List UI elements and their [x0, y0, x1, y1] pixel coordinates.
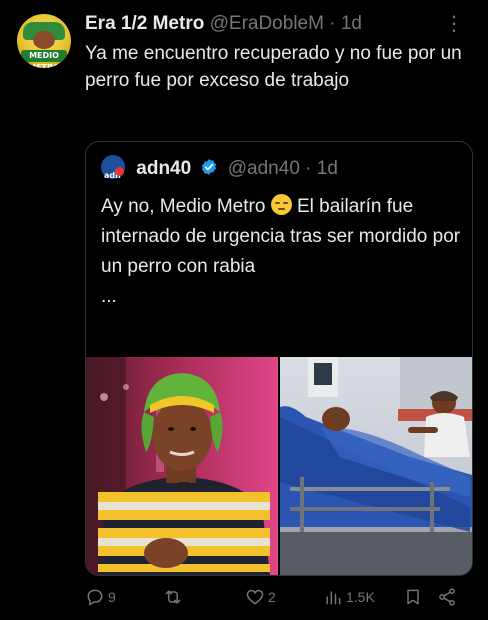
heart-icon — [246, 589, 264, 605]
like-count: 2 — [268, 589, 276, 605]
quoted-image-1[interactable] — [86, 357, 278, 575]
share-button[interactable] — [437, 584, 457, 610]
quoted-handle[interactable]: @adn40 — [228, 158, 300, 179]
author-avatar[interactable]: MEDIO METRO — [17, 14, 71, 68]
avatar-face — [33, 31, 55, 49]
action-bar: 9 2 1.5K — [85, 584, 471, 610]
quoted-age[interactable]: 1d — [317, 158, 338, 179]
adn40-logo-text: adn — [104, 170, 121, 180]
quoted-text-ellipsis: ... — [101, 286, 117, 307]
bar-chart-icon — [326, 591, 341, 605]
quoted-text-start: Ay no, Medio Metro — [101, 196, 266, 217]
tweet-age[interactable]: 1d — [341, 13, 362, 34]
quoted-text: Ay no, Medio Metro El bailarín fue inter… — [101, 192, 461, 312]
quoted-header: adn adn40 @adn40 · 1d — [101, 154, 338, 184]
separator-dot: · — [329, 13, 336, 34]
bookmark-icon — [407, 589, 419, 605]
more-vertical-icon[interactable]: ⋮ — [444, 12, 464, 36]
views-count: 1.5K — [346, 589, 375, 605]
share-icon — [439, 588, 455, 606]
tweet-text: Ya me encuentro recuperado y no fue por … — [85, 43, 462, 91]
retweet-icon — [165, 590, 181, 604]
retweet-button[interactable] — [163, 584, 186, 610]
reply-count: 9 — [108, 589, 116, 605]
hospital-illustration — [280, 357, 472, 575]
quoted-author-name[interactable]: adn40 — [136, 158, 191, 179]
reply-button[interactable]: 9 — [85, 584, 116, 610]
quoted-image-2[interactable] — [280, 357, 472, 575]
bookmark-button[interactable] — [403, 584, 423, 610]
like-button[interactable]: 2 — [245, 584, 276, 610]
author-name[interactable]: Era 1/2 Metro — [85, 13, 204, 34]
separator-dot: · — [305, 158, 312, 179]
person-illustration — [86, 357, 270, 575]
avatar-logo-text: MEDIO METRO — [21, 50, 67, 68]
quoted-tweet[interactable]: adn adn40 @adn40 · 1d Ay no, Medio Metro… — [85, 141, 473, 576]
author-handle[interactable]: @EraDobleM — [210, 13, 324, 34]
views-button[interactable]: 1.5K — [323, 584, 375, 610]
reply-icon — [87, 589, 103, 606]
tweet-header: Era 1/2 Metro @EraDobleM · 1d — [85, 10, 478, 38]
pensive-face-emoji-icon — [270, 194, 292, 216]
adn40-logo[interactable]: adn — [101, 154, 125, 180]
verified-badge-icon — [202, 159, 217, 175]
